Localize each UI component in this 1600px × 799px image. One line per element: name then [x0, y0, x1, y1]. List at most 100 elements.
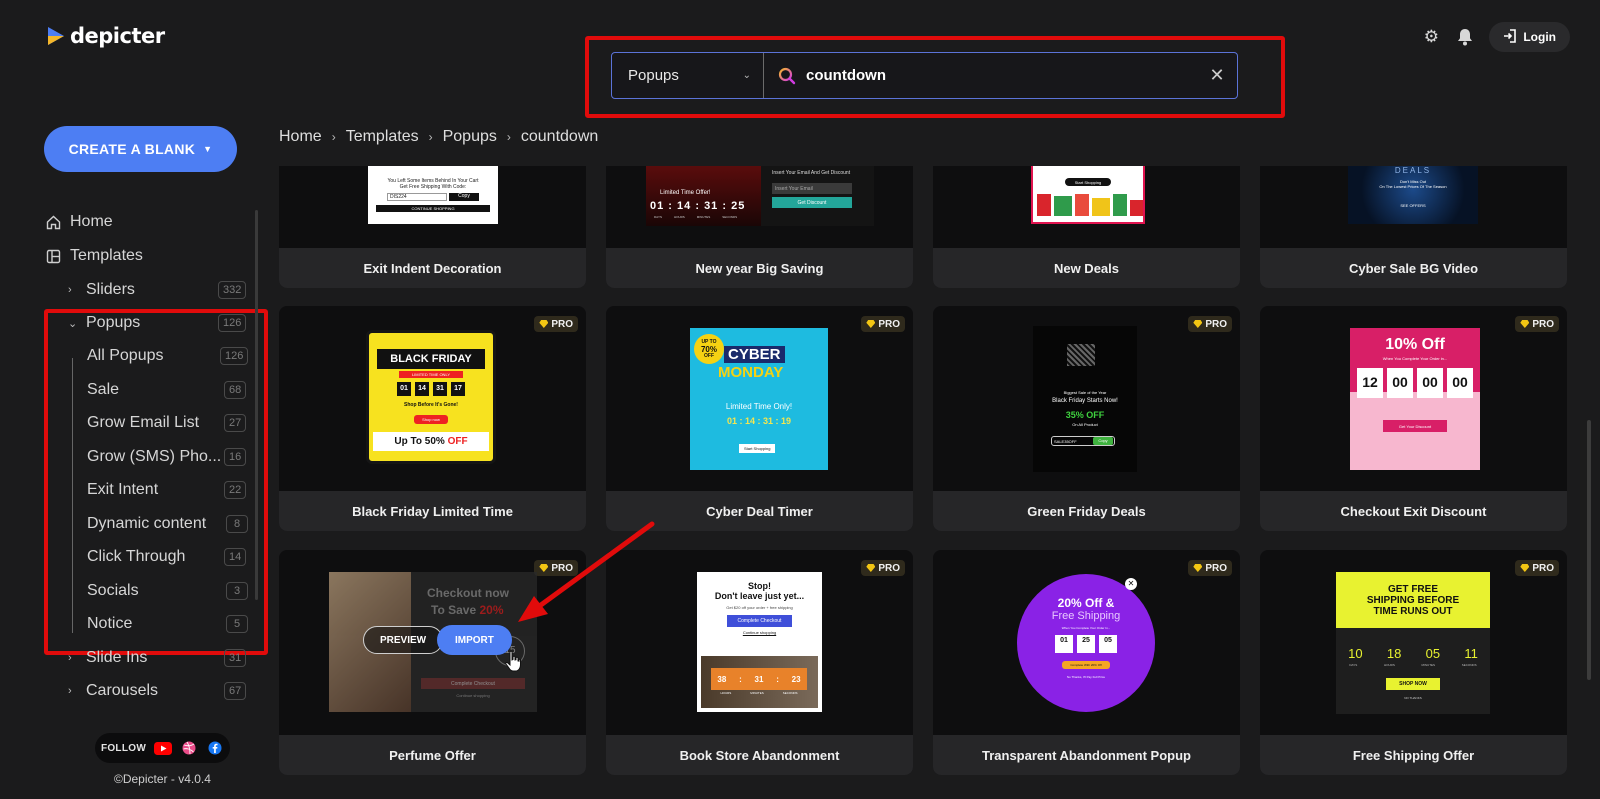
timer-digit: 25: [1077, 635, 1095, 653]
template-card-cyber-deal-timer[interactable]: PRO UP TO 70% OFF CYBER MONDAY Limited T…: [606, 306, 913, 531]
sidebar-item-carousels[interactable]: › Carousels: [68, 682, 158, 700]
sidebar-item-label: Dynamic content: [87, 515, 207, 532]
login-button[interactable]: Login: [1489, 22, 1570, 52]
breadcrumb-templates[interactable]: Templates: [346, 128, 419, 146]
sidebar-item-notice[interactable]: Notice: [87, 615, 132, 633]
sidebar-item-home[interactable]: Home: [44, 213, 113, 231]
diamond-icon: [866, 320, 876, 328]
template-thumbnail: BLACK FRIDAY LIMITED TIME ONLY 01 14 31 …: [366, 330, 496, 464]
sidebar-item-exit-intent[interactable]: Exit Intent: [87, 481, 158, 499]
count-badge: 3: [226, 582, 248, 600]
chevron-down-icon: ⌄: [742, 70, 751, 81]
timer-digit: 00: [1417, 368, 1443, 398]
thumb-text: When You Complete Your Order In...: [1061, 626, 1111, 630]
count-badge: 8: [226, 515, 248, 533]
thumb-link: Continue shopping: [456, 693, 490, 698]
sidebar-item-grow-email-list[interactable]: Grow Email List: [87, 414, 199, 432]
thumb-title: Free Shipping: [1051, 610, 1121, 622]
sidebar-item-popups[interactable]: ⌄ Popups: [68, 314, 140, 332]
count-badge: 5: [226, 615, 248, 633]
tree-guide-line: [72, 358, 73, 633]
pro-label: PRO: [878, 318, 900, 330]
sidebar-item-label: Grow (SMS) Pho...: [87, 448, 222, 465]
pro-badge: PRO: [861, 316, 905, 332]
facebook-icon[interactable]: [206, 741, 224, 755]
red-annotation-arrow-icon: [518, 521, 655, 622]
brand-name: depicter: [70, 24, 165, 48]
thumb-text: Shop Before It's Gone!: [404, 402, 458, 408]
search-category-select[interactable]: Popups ⌄: [612, 53, 764, 98]
sidebar-item-grow-sms[interactable]: Grow (SMS) Pho...: [87, 448, 221, 466]
preview-label: PREVIEW: [380, 634, 427, 646]
sidebar-item-templates[interactable]: Templates: [44, 247, 143, 265]
sidebar-item-sale[interactable]: Sale: [87, 381, 119, 399]
template-thumbnail: 20% Off & Free Shipping When You Complet…: [1017, 574, 1155, 712]
template-card-free-shipping-offer[interactable]: PRO GET FREE SHIPPING BEFORE TIME RUNS O…: [1260, 550, 1567, 775]
chevron-right-icon: ›: [506, 130, 511, 144]
card-title: Exit Indent Decoration: [279, 248, 586, 288]
preview-button[interactable]: PREVIEW: [363, 626, 444, 654]
sidebar-item-slide-ins[interactable]: › Slide Ins: [68, 649, 147, 667]
thumb-link: Continue shopping: [742, 630, 777, 635]
sidebar-scrollbar[interactable]: [255, 210, 258, 600]
breadcrumb-home[interactable]: Home: [279, 128, 322, 146]
card-title: New year Big Saving: [606, 248, 913, 288]
login-icon: [1503, 28, 1517, 46]
card-title: Transparent Abandonment Popup: [933, 735, 1240, 775]
thumb-text: Get $20 off your order + free shipping: [726, 605, 793, 610]
bell-icon[interactable]: [1455, 27, 1475, 47]
diamond-icon: [1520, 320, 1530, 328]
sidebar-item-socials[interactable]: Socials: [87, 582, 139, 600]
create-blank-button[interactable]: CREATE A BLANK ▼: [44, 126, 237, 172]
diamond-icon: [866, 564, 876, 572]
template-card-cyber-sale-bg-video[interactable]: DEALS Don't Miss Out On The Lowest Price…: [1260, 166, 1567, 288]
timer-digit: 01: [650, 200, 665, 212]
timer-digit: 31: [433, 382, 447, 396]
import-label: IMPORT: [455, 634, 494, 646]
youtube-icon[interactable]: [154, 741, 173, 755]
gear-icon[interactable]: ⚙: [1421, 27, 1441, 47]
thumb-cta: Start Shopping: [739, 444, 776, 453]
sidebar-item-click-through[interactable]: Click Through: [87, 548, 185, 566]
template-card-green-friday-deals[interactable]: PRO Biggest Sale of the Year Black Frida…: [933, 306, 1240, 531]
template-card-exit-indent-decoration[interactable]: You Left Some Items Behind In Your Cart …: [279, 166, 586, 288]
thumb-timer: 01 : 14 : 31 : 19: [726, 416, 792, 426]
sidebar-item-label: Click Through: [87, 548, 186, 565]
thumb-text: Checkout now: [427, 586, 510, 600]
template-card-checkout-exit-discount[interactable]: PRO 10% Off When You Complete Your Order…: [1260, 306, 1567, 531]
count-badge: 68: [224, 381, 247, 399]
thumb-cta: SEE OFFERS: [1400, 203, 1426, 208]
template-card-new-deals[interactable]: Start Shopping New Deals: [933, 166, 1240, 288]
count-badge: 22: [224, 481, 247, 499]
search-icon: [776, 65, 798, 87]
main-scrollbar[interactable]: [1587, 420, 1591, 680]
thumb-text: DEALS: [1394, 166, 1432, 175]
template-thumbnail: Biggest Sale of the Year Black Friday St…: [1033, 326, 1137, 472]
clear-search-icon[interactable]: ✕: [1197, 65, 1237, 86]
sidebar-sliders-label: Sliders: [86, 281, 135, 298]
dribbble-icon[interactable]: [180, 741, 198, 755]
sidebar-item-dynamic-content[interactable]: Dynamic content: [87, 515, 206, 533]
breadcrumb-current: countdown: [520, 128, 599, 145]
login-label: Login: [1523, 30, 1556, 44]
diamond-icon: [539, 320, 549, 328]
template-card-transparent-abandonment-popup[interactable]: PRO 20% Off & Free Shipping When You Com…: [933, 550, 1240, 775]
thumb-title: 10% Off: [1385, 336, 1445, 353]
close-icon: ✕: [1125, 578, 1137, 590]
sidebar-item-all-popups[interactable]: All Popups: [87, 347, 164, 365]
sidebar-item-sliders[interactable]: › Sliders: [68, 281, 135, 299]
timer-digit: 11: [1464, 646, 1478, 661]
depicter-logo[interactable]: depicter: [46, 24, 165, 48]
follow-label: FOLLOW: [100, 742, 147, 754]
count-badge: 16: [224, 448, 247, 466]
timer-digit: 01: [397, 382, 411, 396]
sliders-count-badge: 332: [218, 281, 247, 299]
search-input[interactable]: [798, 67, 1197, 84]
card-title: New Deals: [933, 248, 1240, 288]
hand-cursor-icon: [505, 650, 521, 677]
template-card-new-year-big-saving[interactable]: Limited Time Offer! 01 : 14 : 31 : 25 DA…: [606, 166, 913, 288]
breadcrumb-popups[interactable]: Popups: [443, 128, 497, 146]
timer-digit: 31: [704, 200, 719, 212]
template-card-black-friday-limited-time[interactable]: PRO BLACK FRIDAY LIMITED TIME ONLY 01 14…: [279, 306, 586, 531]
thumb-text: Limited Time Only!: [725, 402, 793, 411]
